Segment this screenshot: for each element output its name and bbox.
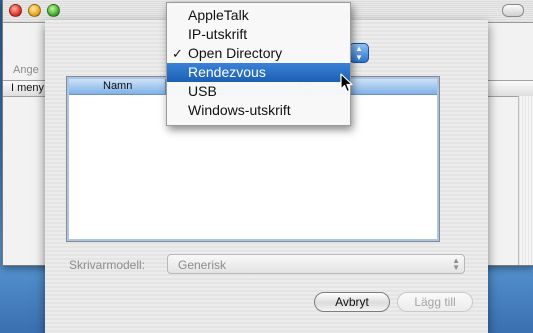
menu-item-label: AppleTalk [188,7,249,23]
connection-type-popup-button[interactable]: ▲ ▼ [349,43,369,63]
printer-model-value: Generisk [178,258,227,272]
minimize-button[interactable] [28,4,41,17]
printer-model-select[interactable]: Generisk ▲ ▼ [167,254,465,274]
checkmark-icon: ✓ [172,46,183,61]
toolbar-toggle-button[interactable] [502,4,524,17]
column-in-menu[interactable]: I meny [11,82,44,94]
add-button[interactable]: Lägg till [397,292,473,312]
back-window-label: Ange [13,64,39,76]
menu-item-windows-printing[interactable]: Windows-utskrift [167,101,350,120]
menu-item-rendezvous[interactable]: Rendezvous [167,63,350,82]
column-header-name[interactable]: Namn [103,80,132,92]
popup-arrows-icon: ▲ ▼ [355,44,363,62]
mouse-pointer-icon [340,73,353,93]
connection-type-menu: AppleTalk IP-utskrift ✓ Open Directory R… [166,2,351,126]
menu-item-usb[interactable]: USB [167,82,350,101]
menu-item-label: Windows-utskrift [188,102,291,118]
menu-item-label: Rendezvous [188,64,266,80]
select-arrows-icon: ▲ ▼ [452,256,460,272]
menu-item-appletalk[interactable]: AppleTalk [167,6,350,25]
menu-item-label: IP-utskrift [188,26,248,42]
menu-item-ip-printing[interactable]: IP-utskrift [167,25,350,44]
cancel-button[interactable]: Avbryt [314,292,390,312]
menu-item-open-directory[interactable]: ✓ Open Directory [167,44,350,63]
zoom-button[interactable] [47,4,60,17]
back-scrollbar[interactable] [518,96,533,265]
close-button[interactable] [9,4,22,17]
printer-model-label: Skrivarmodell: [69,258,146,272]
menu-item-label: USB [188,83,217,99]
menu-item-label: Open Directory [188,45,283,61]
